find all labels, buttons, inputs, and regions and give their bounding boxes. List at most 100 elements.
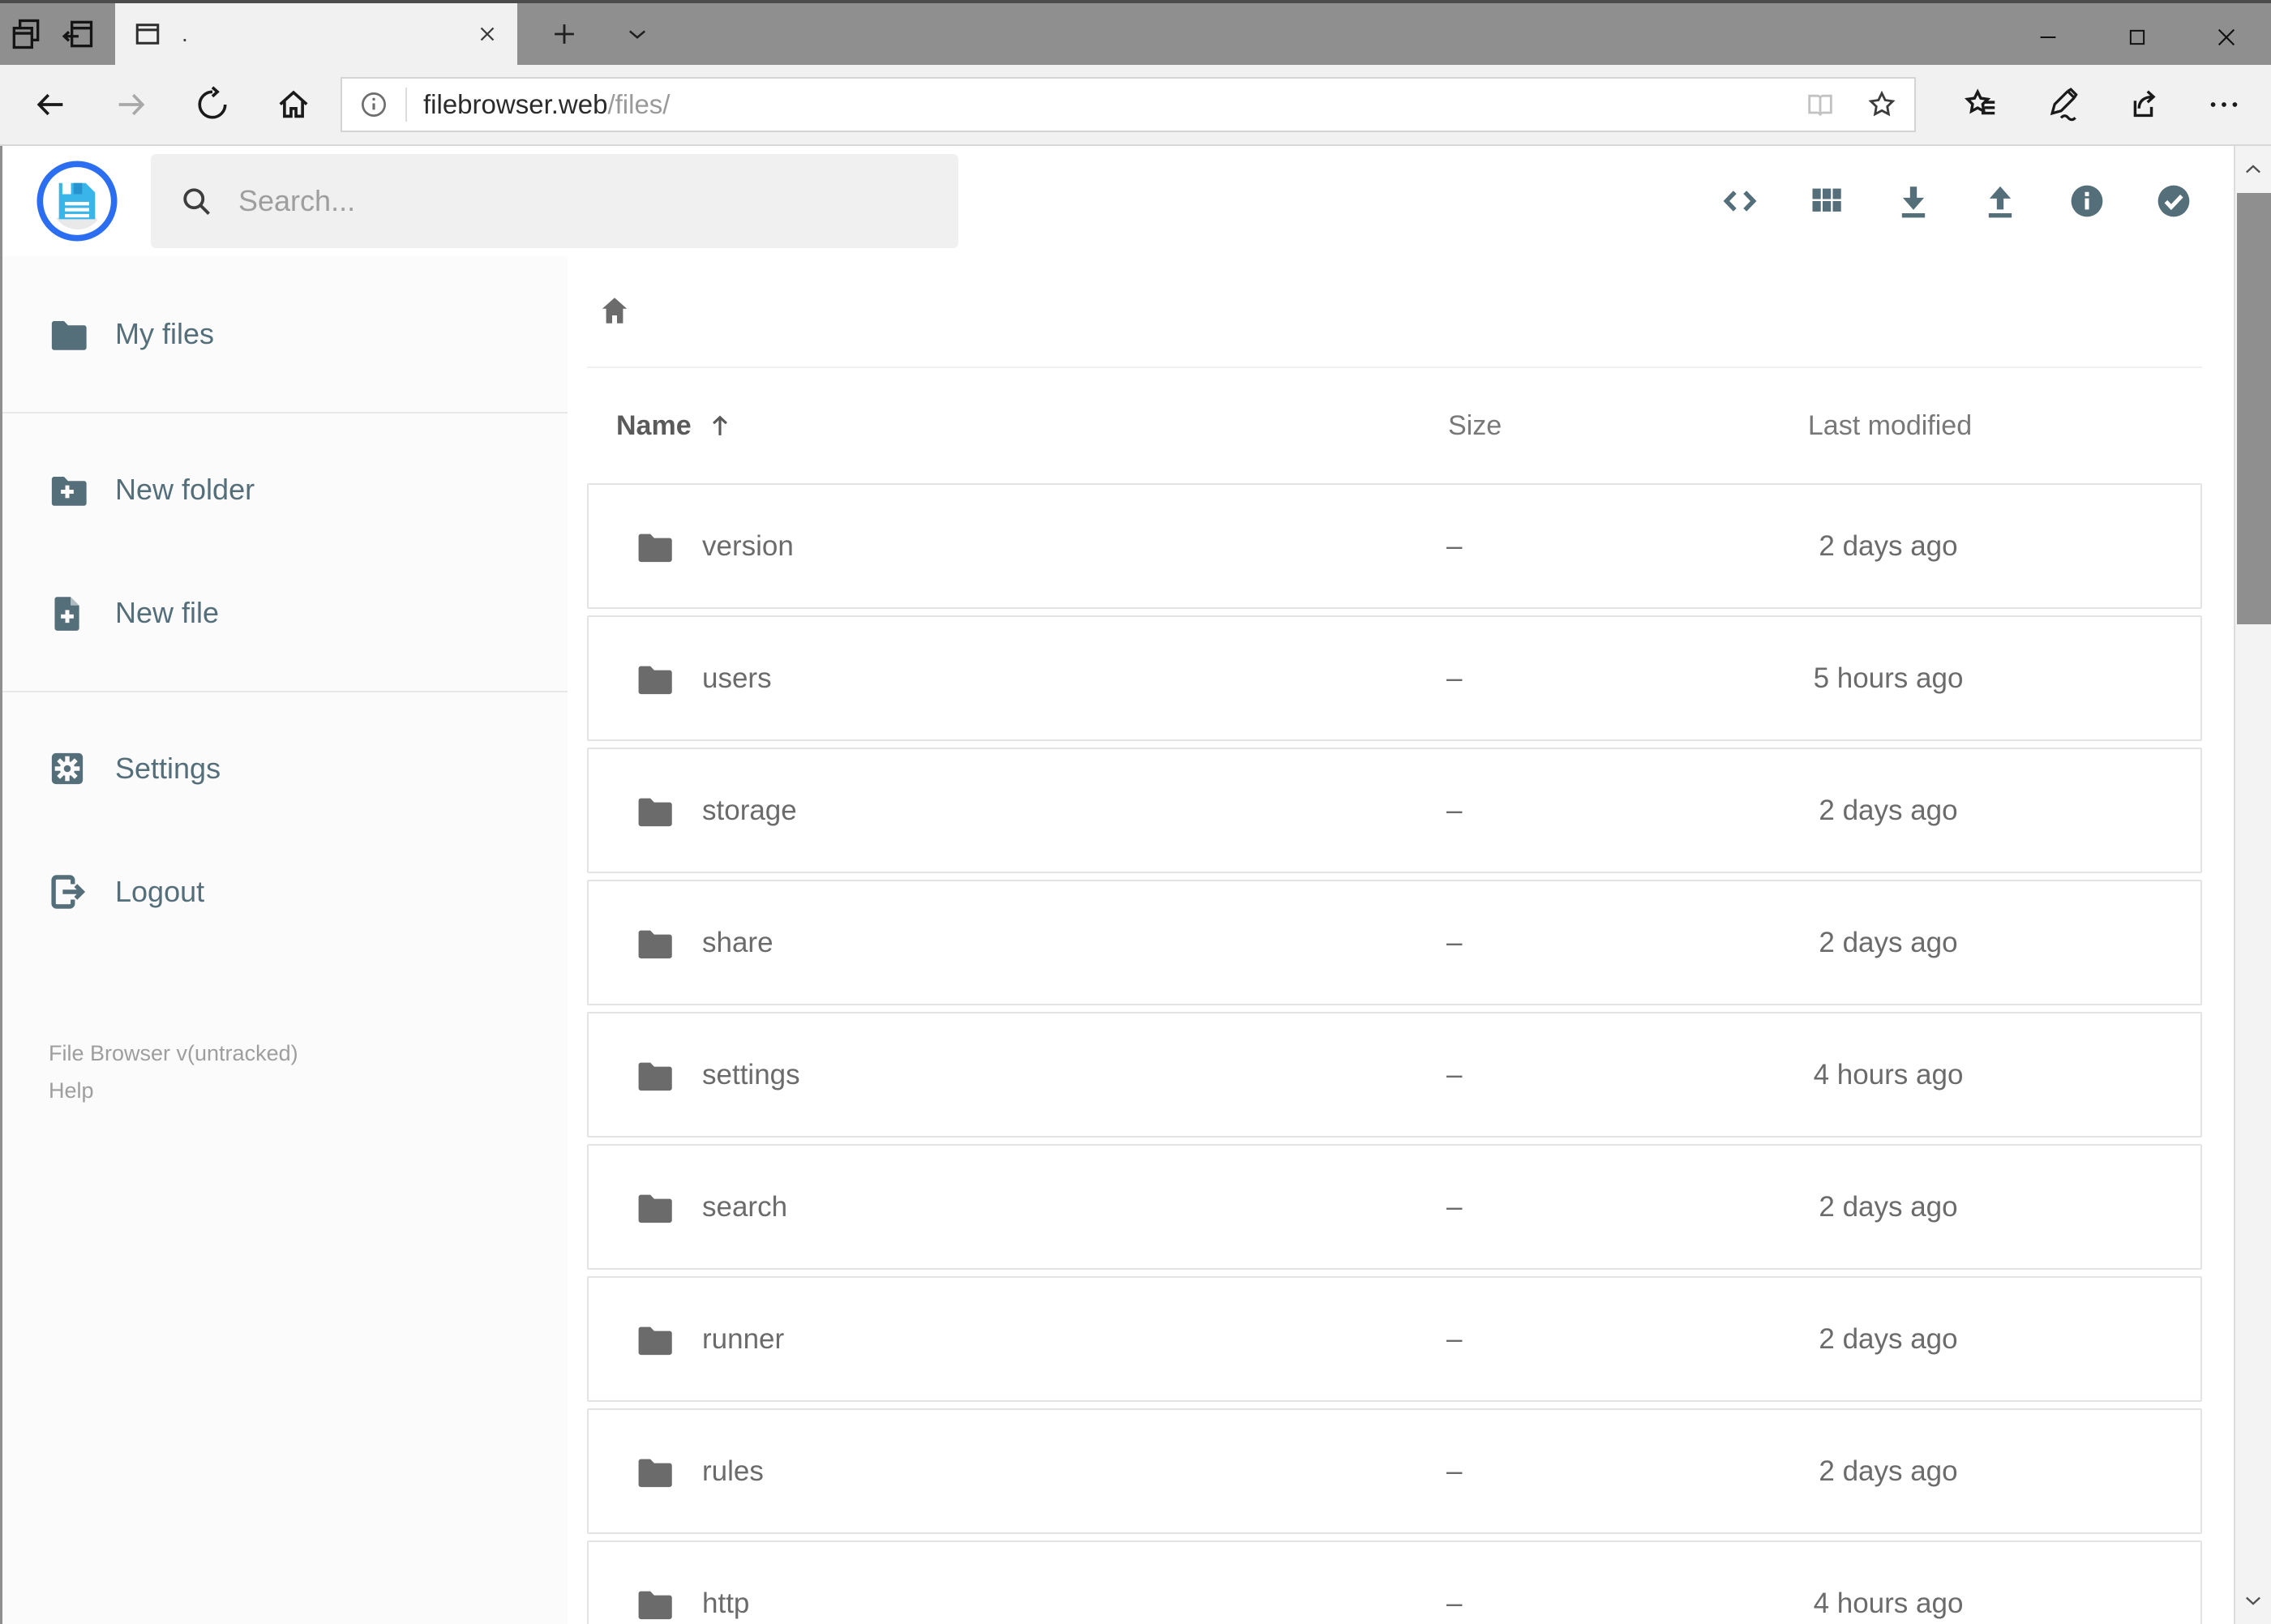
search-input[interactable] bbox=[238, 184, 931, 218]
file-name: settings bbox=[702, 1058, 800, 1091]
home-button[interactable] bbox=[253, 69, 334, 140]
search-box[interactable] bbox=[151, 154, 958, 248]
help-link[interactable]: Help bbox=[49, 1072, 568, 1109]
hub-button[interactable] bbox=[1940, 69, 2021, 140]
scroll-up-button[interactable] bbox=[2235, 146, 2271, 193]
file-modified: 4 hours ago bbox=[1813, 1587, 1964, 1619]
favorite-star-icon[interactable] bbox=[1866, 88, 1898, 121]
site-info-icon[interactable] bbox=[358, 89, 389, 120]
grid-view-button[interactable] bbox=[1783, 154, 1870, 248]
sidebar-item-logout[interactable]: Logout bbox=[0, 846, 568, 937]
file-row-name-cell: storage bbox=[589, 790, 1427, 832]
download-button[interactable] bbox=[1870, 154, 1956, 248]
info-icon bbox=[2071, 185, 2102, 217]
tab-list-button[interactable] bbox=[611, 8, 663, 60]
file-row-name-cell: settings bbox=[589, 1054, 1427, 1096]
column-header-name[interactable]: Name bbox=[587, 410, 1429, 442]
close-window-button[interactable] bbox=[2182, 6, 2271, 68]
raw-code-button[interactable] bbox=[1696, 154, 1783, 248]
breadcrumb-home-icon[interactable] bbox=[595, 292, 634, 331]
file-size: – bbox=[1446, 1587, 1463, 1619]
file-size: – bbox=[1446, 1058, 1463, 1091]
column-header-modified[interactable]: Last modified bbox=[1683, 410, 2202, 442]
file-size: – bbox=[1446, 662, 1463, 694]
sidebar-item-settings[interactable]: Settings bbox=[0, 723, 568, 814]
file-name: runner bbox=[702, 1322, 785, 1355]
new-folder-icon bbox=[45, 468, 89, 512]
refresh-button[interactable] bbox=[172, 69, 253, 140]
file-row[interactable]: search – 2 days ago bbox=[587, 1144, 2202, 1270]
file-listing: version – 2 days ago users – 5 hours ago… bbox=[587, 483, 2202, 1624]
folder-icon bbox=[632, 1054, 675, 1096]
file-modified: 4 hours ago bbox=[1813, 1058, 1964, 1091]
reading-view-icon[interactable] bbox=[1804, 88, 1836, 121]
sidebar-item-label: Settings bbox=[115, 752, 221, 785]
settings-gear-icon bbox=[45, 747, 89, 791]
listing-header: Name Size Last modified bbox=[587, 368, 2202, 483]
scrollbar-thumb[interactable] bbox=[2237, 193, 2271, 624]
file-name: storage bbox=[702, 794, 797, 826]
file-row[interactable]: users – 5 hours ago bbox=[587, 615, 2202, 741]
file-row[interactable]: rules – 2 days ago bbox=[587, 1408, 2202, 1534]
file-row[interactable]: version – 2 days ago bbox=[587, 483, 2202, 609]
sidebar-item-new-folder[interactable]: New folder bbox=[0, 444, 568, 535]
file-row-name-cell: rules bbox=[589, 1450, 1427, 1493]
column-header-size[interactable]: Size bbox=[1429, 410, 1683, 442]
url-text: filebrowser.web/files/ bbox=[423, 89, 1788, 120]
minimize-button[interactable] bbox=[2003, 6, 2093, 68]
more-button[interactable] bbox=[2183, 69, 2265, 140]
tab-preview-button[interactable] bbox=[0, 8, 52, 60]
maximize-button[interactable] bbox=[2093, 6, 2182, 68]
folder-icon bbox=[632, 1583, 675, 1624]
page-scrollbar[interactable] bbox=[2234, 146, 2271, 1624]
file-size: – bbox=[1446, 794, 1463, 826]
folder-icon bbox=[45, 312, 89, 356]
info-button[interactable] bbox=[2043, 154, 2130, 248]
select-multiple-button[interactable] bbox=[2130, 154, 2217, 248]
select-check-icon bbox=[2157, 185, 2189, 217]
file-size: – bbox=[1446, 926, 1463, 958]
file-modified: 2 days ago bbox=[1819, 794, 1958, 826]
sidebar-item-my-files[interactable]: My files bbox=[0, 289, 568, 379]
share-button[interactable] bbox=[2102, 69, 2183, 140]
file-size: – bbox=[1446, 1455, 1463, 1487]
tabs-aside-button[interactable] bbox=[52, 8, 104, 60]
back-button[interactable] bbox=[10, 69, 91, 140]
upload-button[interactable] bbox=[1956, 154, 2043, 248]
file-row[interactable]: runner – 2 days ago bbox=[587, 1276, 2202, 1402]
forward-button[interactable] bbox=[91, 69, 172, 140]
more-dots-icon bbox=[2210, 102, 2238, 107]
chevron-down-icon bbox=[2246, 1596, 2260, 1605]
hub-icon bbox=[1965, 88, 1995, 115]
filebrowser-app: My files New folder bbox=[0, 146, 2271, 1624]
file-name: share bbox=[702, 926, 773, 958]
sidebar-divider bbox=[0, 691, 568, 692]
filebrowser-logo-floppy[interactable] bbox=[36, 160, 118, 242]
forward-icon bbox=[118, 93, 145, 116]
chevron-up-icon bbox=[2246, 165, 2260, 174]
file-row-name-cell: version bbox=[589, 525, 1427, 568]
scroll-down-button[interactable] bbox=[2235, 1577, 2271, 1624]
new-tab-button[interactable] bbox=[538, 8, 590, 60]
sidebar-item-new-file[interactable]: New file bbox=[0, 568, 568, 658]
sidebar-divider bbox=[0, 412, 568, 413]
file-row[interactable]: http – 4 hours ago bbox=[587, 1540, 2202, 1624]
logout-icon bbox=[45, 870, 89, 914]
breadcrumb bbox=[587, 256, 2202, 366]
file-row[interactable]: share – 2 days ago bbox=[587, 880, 2202, 1005]
file-name: version bbox=[702, 529, 794, 562]
search-icon bbox=[178, 183, 214, 219]
file-name: rules bbox=[702, 1455, 764, 1487]
file-row-name-cell: share bbox=[589, 922, 1427, 964]
file-row[interactable]: settings – 4 hours ago bbox=[587, 1012, 2202, 1138]
file-name: http bbox=[702, 1587, 750, 1619]
folder-icon bbox=[632, 1318, 675, 1360]
browser-tab[interactable]: . bbox=[115, 3, 517, 65]
app-header bbox=[0, 146, 2271, 256]
file-modified: 2 days ago bbox=[1819, 1322, 1958, 1355]
web-note-button[interactable] bbox=[2021, 69, 2102, 140]
sidebar-footer: File Browser v(untracked) Help bbox=[49, 1035, 568, 1109]
address-bar[interactable]: filebrowser.web/files/ bbox=[341, 77, 1916, 132]
close-tab-icon[interactable] bbox=[475, 22, 499, 46]
file-row[interactable]: storage – 2 days ago bbox=[587, 748, 2202, 873]
